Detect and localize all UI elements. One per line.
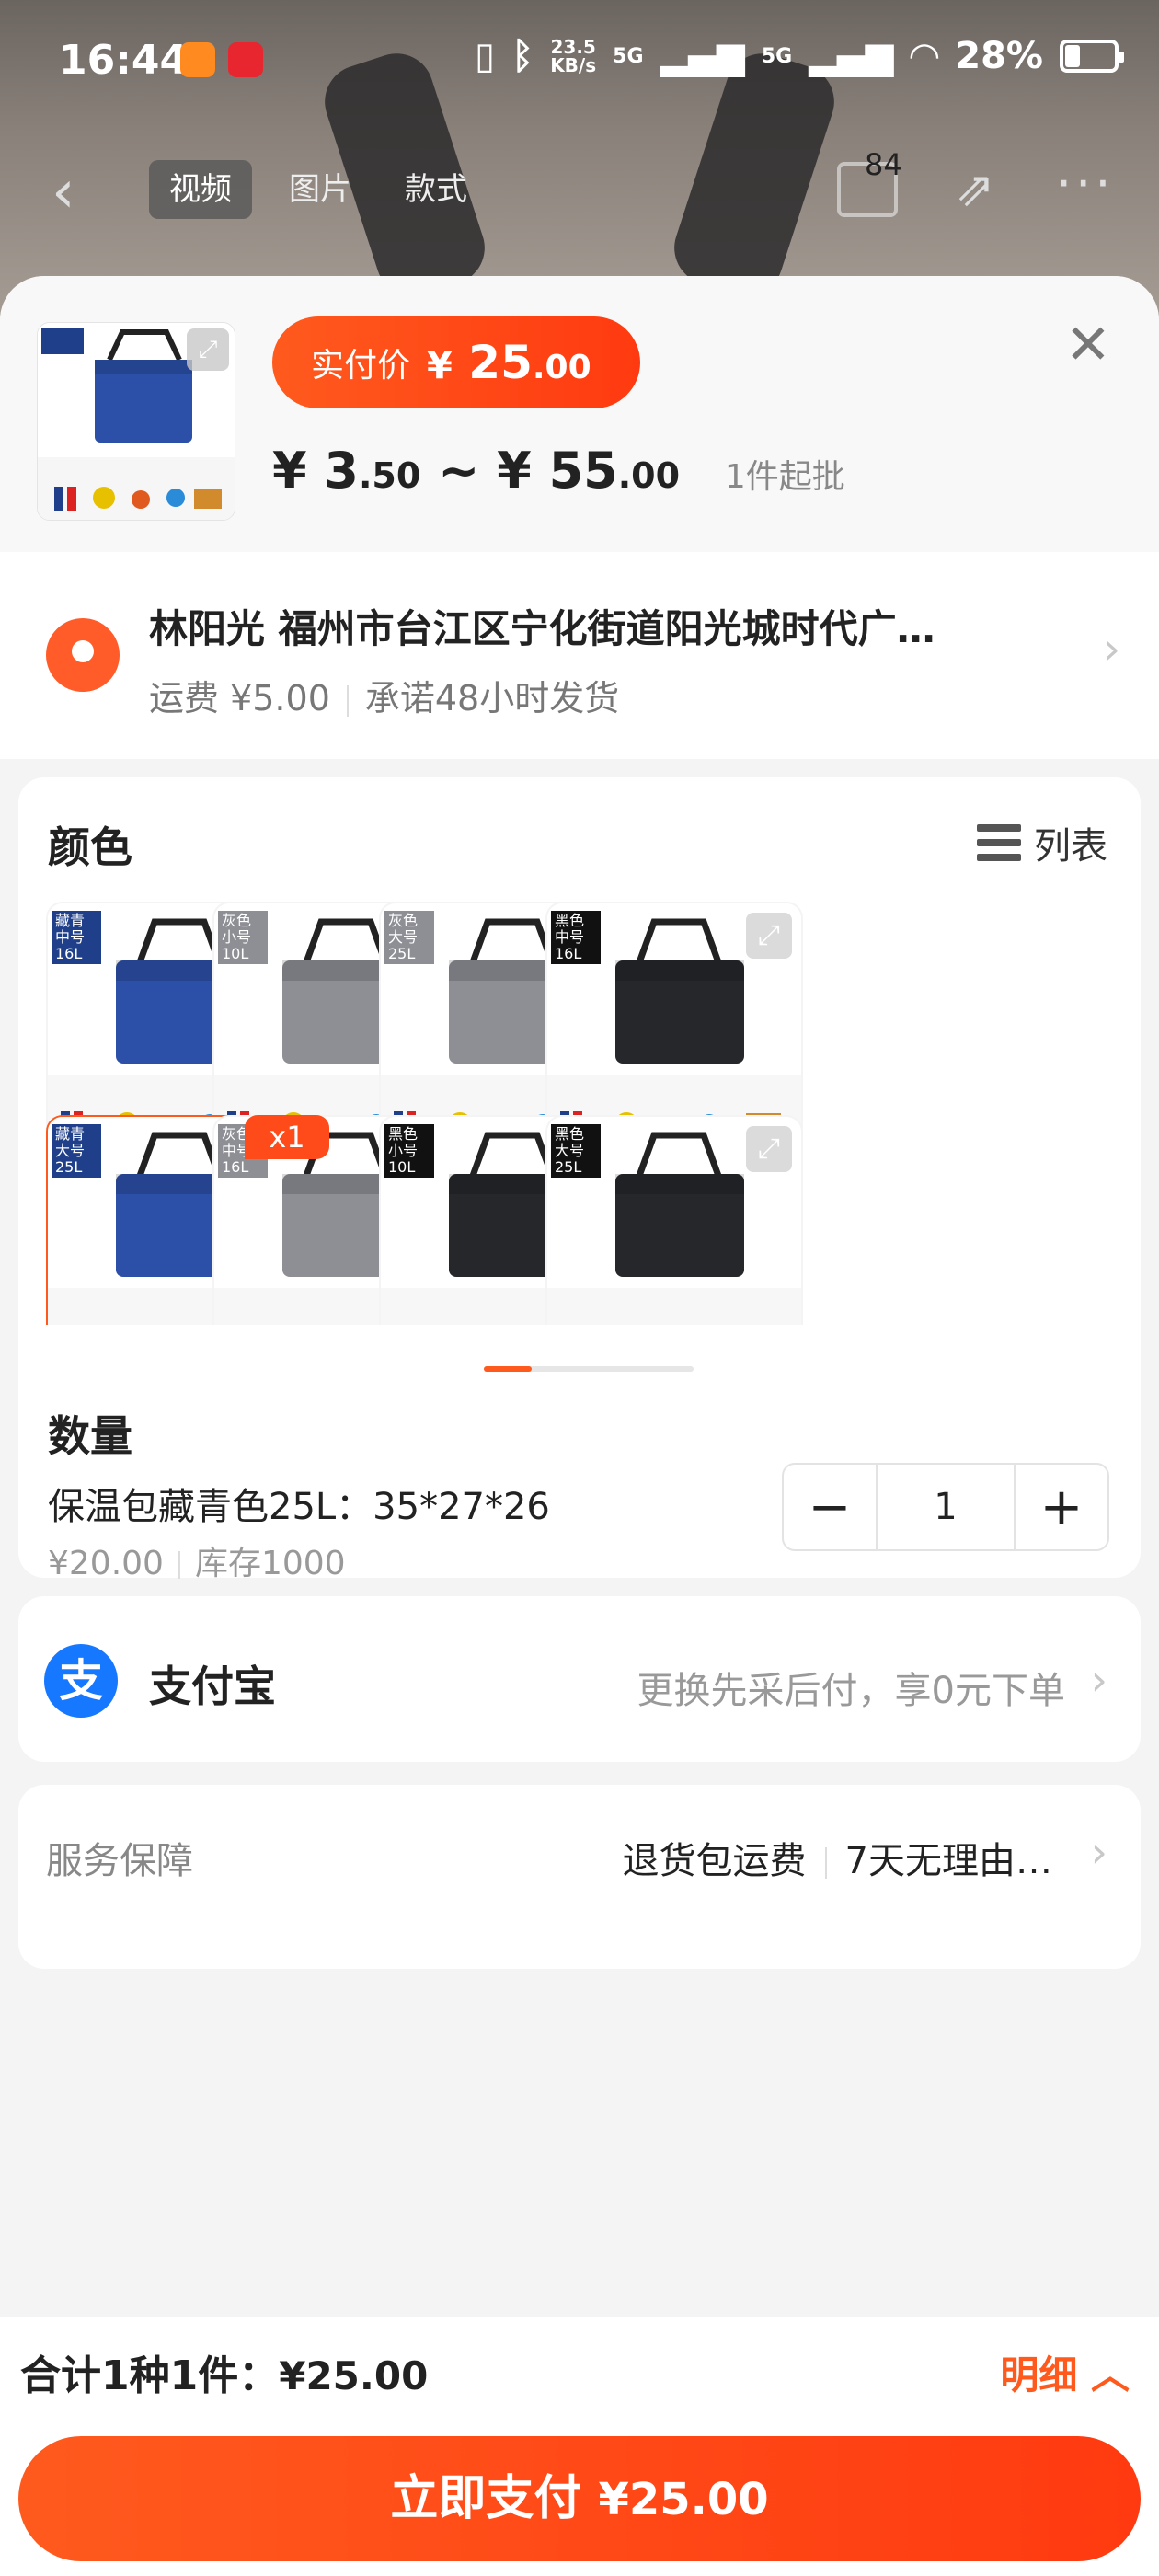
actual-price-amount: ¥ 25.00 xyxy=(427,336,591,389)
selected-sku-name: 保温包藏青色25L：35*27*26 xyxy=(48,1486,550,1528)
service-items: 退货包运费 7天无理由… xyxy=(622,1840,1052,1882)
increase-button[interactable]: + xyxy=(1016,1465,1107,1549)
chevron-right-icon: › xyxy=(1090,1827,1107,1877)
shipping-fee: 运费 ¥5.00 xyxy=(149,678,330,719)
location-pin-icon xyxy=(46,618,120,692)
shipping-info: 运费 ¥5.00 承诺48小时发货 xyxy=(149,670,619,720)
payment-method-row[interactable]: 支 支付宝 更换先采后付，享0元下单 › xyxy=(18,1596,1141,1762)
quantity-section-title: 数量 xyxy=(48,1411,132,1461)
more-icon[interactable]: ··· xyxy=(1056,155,1115,213)
decrease-button[interactable]: − xyxy=(784,1465,876,1549)
share-icon[interactable]: ⇗ xyxy=(955,162,995,217)
size-tag: 藏青中号 16L xyxy=(52,911,101,964)
expand-icon[interactable]: ⤢ xyxy=(746,1126,792,1172)
wifi-icon: ◠ xyxy=(910,35,939,77)
list-view-label: 列表 xyxy=(1034,825,1107,868)
size-tag: 灰色小号 10L xyxy=(218,911,268,964)
battery-icon xyxy=(1060,40,1124,73)
payment-method-name: 支付宝 xyxy=(149,1662,276,1711)
size-tag: 黑色小号 10L xyxy=(384,1124,434,1178)
size-tag: 灰色大号 25L xyxy=(384,911,434,964)
chevron-right-icon: › xyxy=(1103,624,1120,673)
color-option-grid: 藏青中号 16L⤢保温包藏青色16L：27*21*28灰色小号 10L⤢保温包灰… xyxy=(46,902,1141,1325)
signal-5g-1: 5G xyxy=(613,44,644,68)
alipay-icon: 支 xyxy=(44,1644,118,1718)
list-view-toggle[interactable]: 列表 xyxy=(977,816,1107,869)
battery-percent: 28% xyxy=(955,35,1043,77)
grid-scroll-indicator xyxy=(484,1366,694,1372)
color-option[interactable]: 黑色大号 25L⤢保温包黑25L：35*2 xyxy=(545,1115,803,1325)
service-guarantee-row[interactable]: 服务保障 退货包运费 7天无理由… › xyxy=(18,1785,1141,1969)
app-notification-icon xyxy=(180,42,215,77)
payment-hint: 更换先采后付，享0元下单 xyxy=(637,1670,1065,1712)
order-total: 合计1种1件：¥25.00 xyxy=(20,2352,429,2399)
price-range: ¥ 3.50 ~ ¥ 55.00 1件起批 xyxy=(272,442,845,500)
quantity-input[interactable]: 1 xyxy=(876,1465,1016,1549)
sku-price-stock: ¥20.00 库存1000 xyxy=(48,1536,346,1584)
back-arrow-icon[interactable]: ‹ xyxy=(52,158,75,226)
size-tag: 黑色大号 25L xyxy=(551,1124,601,1178)
cart-count-badge: 84 xyxy=(865,147,902,182)
selected-sku-thumbnail[interactable]: ⤢ xyxy=(37,322,235,521)
product-nav: ‹ 视频 图片 款式 84 ⇗ ··· xyxy=(0,147,1159,230)
service-label: 服务保障 xyxy=(46,1840,193,1882)
bluetooth-icon: ᛒ xyxy=(511,35,534,77)
status-time: 16:44 xyxy=(59,37,189,84)
vibrate-icon: ▯ xyxy=(475,35,496,77)
chevron-up-icon: ︿ xyxy=(1090,2352,1130,2398)
app-notification-icon xyxy=(228,42,263,77)
pay-now-button[interactable]: 立即支付 ¥25.00 xyxy=(18,2436,1141,2561)
thumbnail-expand-icon[interactable]: ⤢ xyxy=(187,328,229,371)
sku-selector-sheet: ⤢ 实付价 ¥ 25.00 ¥ 3.50 ~ ¥ 55.00 1件起批 ✕ 林阳… xyxy=(0,276,1159,2576)
color-section-title: 颜色 xyxy=(48,822,132,872)
tab-images[interactable]: 图片 xyxy=(269,160,372,219)
stock-count: 库存1000 xyxy=(194,1545,346,1582)
tab-styles[interactable]: 款式 xyxy=(384,160,488,219)
tab-video[interactable]: 视频 xyxy=(149,160,252,219)
list-icon xyxy=(977,824,1021,861)
address-line: 林阳光 福州市台江区宁化街道阳光城时代广… xyxy=(149,606,935,651)
size-tag: 藏青大号 25L xyxy=(52,1124,101,1178)
network-speed: 23.5 KB/s xyxy=(550,36,597,76)
shipping-address-row[interactable]: 林阳光 福州市台江区宁化街道阳光城时代广… 运费 ¥5.00 承诺48小时发货 › xyxy=(0,552,1159,759)
unit-price: ¥20.00 xyxy=(48,1545,164,1582)
checkout-bar: 合计1种1件：¥25.00 明细 ︿ 立即支付 ¥25.00 xyxy=(0,2317,1159,2576)
size-tag: 黑色中号 16L xyxy=(551,911,601,964)
selected-quantity-badge: x1 xyxy=(245,1115,329,1159)
signal-5g-2: 5G xyxy=(761,44,793,68)
color-selector-card: 颜色 列表 藏青中号 16L⤢保温包藏青色16L：27*21*28灰色小号 10… xyxy=(18,777,1141,1582)
delivery-promise: 承诺48小时发货 xyxy=(364,678,620,719)
expand-icon[interactable]: ⤢ xyxy=(746,913,792,959)
close-icon[interactable]: ✕ xyxy=(1065,313,1111,377)
signal-icon: ▂▄▆ xyxy=(809,35,894,77)
sheet-header: ⤢ 实付价 ¥ 25.00 ¥ 3.50 ~ ¥ 55.00 1件起批 ✕ xyxy=(0,276,1159,552)
actual-price-pill: 实付价 ¥ 25.00 xyxy=(272,316,640,408)
status-bar: 16:44 ▯ ᛒ 23.5 KB/s 5G ▂▄▆ 5G ▂▄▆ ◠ 28% xyxy=(0,0,1159,120)
actual-price-label: 实付价 xyxy=(311,347,411,385)
chevron-right-icon: › xyxy=(1090,1655,1107,1705)
signal-icon: ▂▄▆ xyxy=(660,35,745,77)
quantity-stepper: − 1 + xyxy=(782,1463,1109,1551)
order-detail-toggle[interactable]: 明细 ︿ xyxy=(1000,2344,1130,2400)
min-order-quantity: 1件起批 xyxy=(724,458,845,496)
